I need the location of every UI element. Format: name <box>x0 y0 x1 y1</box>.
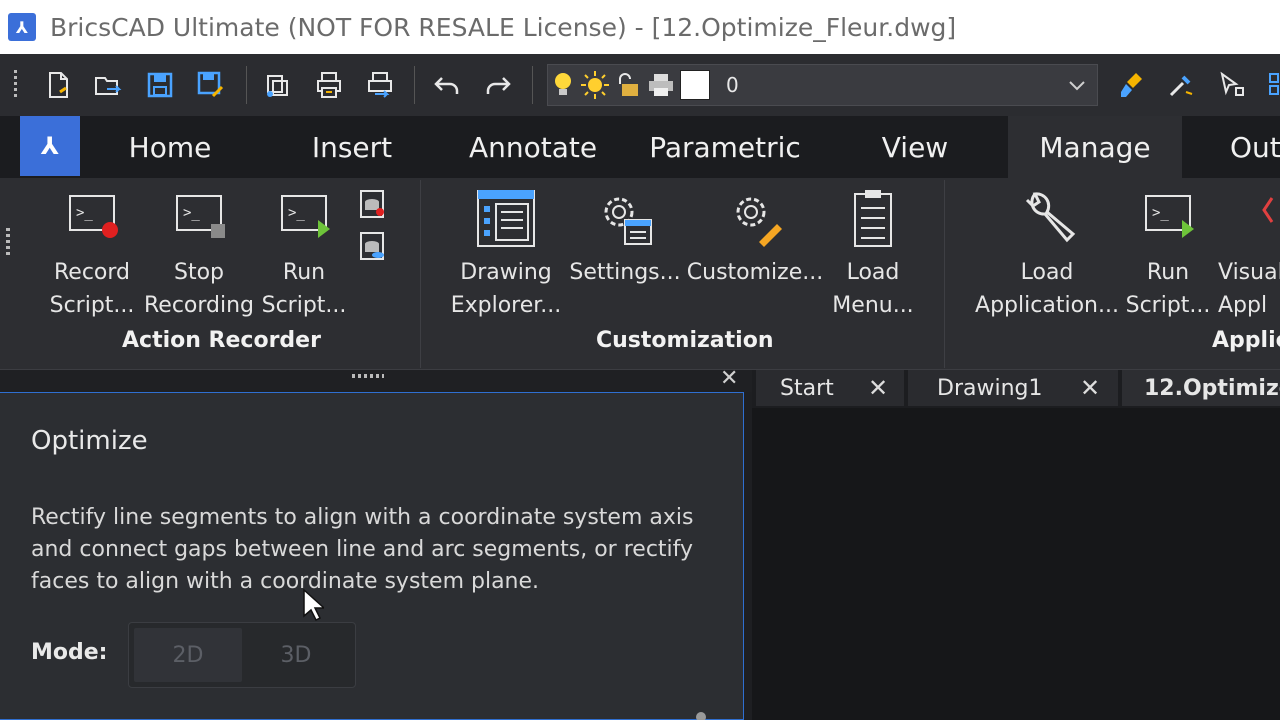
load-menu-button[interactable]: Load Menu... <box>830 190 916 322</box>
mouse-cursor-icon <box>303 588 324 622</box>
save-icon[interactable] <box>143 68 177 102</box>
run-script-icon: >_ <box>281 195 330 238</box>
layer-unlock-icon[interactable] <box>614 70 642 100</box>
export-icon[interactable] <box>363 68 397 102</box>
customize-label: Customize... <box>686 260 824 285</box>
run-script-icon: >_ <box>1145 195 1194 238</box>
chevron-down-icon[interactable] <box>1067 75 1087 95</box>
svg-text:>_: >_ <box>1152 205 1169 221</box>
toolbar-grip[interactable] <box>14 70 17 100</box>
tab-home[interactable]: Home <box>104 116 236 178</box>
redo-icon[interactable] <box>481 68 515 102</box>
drawing-explorer-icon <box>477 190 535 247</box>
doc-tab-label: 12.Optimize <box>1144 375 1280 401</box>
visual-lisp-button[interactable]: Visual Appl <box>1216 190 1280 322</box>
toolbar-separator <box>246 66 247 104</box>
layer-thaw-sun-icon[interactable] <box>580 70 610 100</box>
print-icon[interactable] <box>312 68 346 102</box>
visual-lisp-icon <box>1262 197 1274 223</box>
mode-label: Mode: <box>31 640 108 665</box>
select-cursor-icon[interactable] <box>1214 68 1248 102</box>
title-bar: ⅄ BricsCAD Ultimate (NOT FOR RESALE Lice… <box>0 0 1280 54</box>
run-script-app-label: Run Script... <box>1125 260 1211 318</box>
close-icon[interactable]: ✕ <box>720 366 738 391</box>
svg-text:>_: >_ <box>76 205 93 221</box>
stop-recording-icon: >_ <box>176 195 225 238</box>
toolbar-separator <box>414 66 415 104</box>
stop-recording-label: Stop Recording <box>143 260 255 318</box>
mode-option-3d[interactable]: 3D <box>242 628 350 682</box>
svg-text:>_: >_ <box>183 205 200 221</box>
run-script-button[interactable]: >_ Run Script... <box>261 190 347 322</box>
window-title: BricsCAD Ultimate (NOT FOR RESALE Licens… <box>50 12 957 42</box>
undo-icon[interactable] <box>430 68 464 102</box>
drawing-explorer-label: Drawing Explorer... <box>450 260 562 318</box>
visual-lisp-label: Visual Appl <box>1218 260 1280 318</box>
panel-separator <box>944 180 945 368</box>
customize-button[interactable]: Customize... <box>686 190 824 289</box>
panel-title-customization: Customization <box>596 328 774 353</box>
toolbar-separator <box>532 66 533 104</box>
new-file-icon[interactable] <box>41 68 75 102</box>
bricscad-logo-icon: ⅄ <box>8 13 36 41</box>
tab-output[interactable]: Out <box>1212 116 1280 178</box>
load-application-button[interactable]: Load Application... <box>974 190 1120 322</box>
load-menu-icon <box>854 190 892 247</box>
panel-grip[interactable] <box>352 374 384 378</box>
stop-recording-button[interactable]: >_ Stop Recording <box>144 190 254 322</box>
layer-name: 0 <box>726 73 739 97</box>
load-application-label: Load Application... <box>975 260 1119 318</box>
wrench-icon <box>1025 192 1076 243</box>
script-view-icon[interactable] <box>356 230 388 262</box>
panel-title-applications: Applic <box>1212 328 1280 353</box>
match-properties-icon[interactable] <box>1116 68 1150 102</box>
layer-dropdown[interactable]: 0 <box>547 64 1098 106</box>
tab-manage[interactable]: Manage <box>1008 116 1182 178</box>
doc-tab-label: Drawing1 <box>937 375 1043 401</box>
publish-icon[interactable] <box>260 68 294 102</box>
doc-tab-label: Start <box>780 375 834 401</box>
panel-title-action-recorder: Action Recorder <box>122 328 321 353</box>
settings-button[interactable]: Settings... <box>569 190 681 289</box>
run-script-label: Run Script... <box>261 260 347 318</box>
open-file-icon[interactable] <box>91 68 125 102</box>
script-database-icon[interactable] <box>356 188 388 220</box>
panel-separator <box>420 180 421 368</box>
layer-plot-printer-icon[interactable] <box>646 70 676 100</box>
settings-label: Settings... <box>569 260 681 285</box>
layer-on-bulb-icon[interactable] <box>550 70 576 100</box>
doc-tab-drawing1[interactable]: Drawing1 ✕ <box>908 370 1118 406</box>
customize-gear-icon <box>736 197 782 247</box>
scroll-indicator[interactable] <box>696 712 706 720</box>
tab-parametric[interactable]: Parametric <box>636 116 814 178</box>
record-script-label: Record Script... <box>49 260 135 318</box>
grid-icon[interactable] <box>1264 68 1280 102</box>
record-script-button[interactable]: >_ Record Script... <box>49 190 135 322</box>
layer-color-swatch[interactable] <box>680 70 710 100</box>
doc-tab-start[interactable]: Start ✕ <box>756 370 904 406</box>
optimize-description: Rectify line segments to align with a co… <box>31 505 694 594</box>
run-script-app-button[interactable]: >_ Run Script... <box>1126 190 1210 322</box>
load-menu-label: Load Menu... <box>832 260 914 318</box>
optimize-panel-title: Optimize <box>31 426 148 456</box>
record-script-icon: >_ <box>69 195 118 238</box>
settings-gear-icon <box>604 197 652 245</box>
tab-view[interactable]: View <box>860 116 970 178</box>
svg-text:>_: >_ <box>288 205 305 221</box>
application-menu-button[interactable]: ⅄ <box>20 116 80 176</box>
close-icon[interactable]: ✕ <box>868 374 888 402</box>
mode-segmented-control[interactable]: 2D 3D <box>128 622 356 688</box>
close-icon[interactable]: ✕ <box>1080 374 1100 402</box>
mode-option-2d[interactable]: 2D <box>134 628 242 682</box>
save-as-icon[interactable] <box>194 68 228 102</box>
drawing-canvas[interactable] <box>752 408 1280 720</box>
drawing-explorer-button[interactable]: Drawing Explorer... <box>450 190 562 322</box>
pick-properties-icon[interactable] <box>1164 68 1198 102</box>
tab-annotate[interactable]: Annotate <box>458 116 608 178</box>
ribbon-grip[interactable] <box>6 228 10 256</box>
doc-tab-optimize[interactable]: 12.Optimize <box>1122 370 1280 406</box>
tab-insert[interactable]: Insert <box>290 116 414 178</box>
